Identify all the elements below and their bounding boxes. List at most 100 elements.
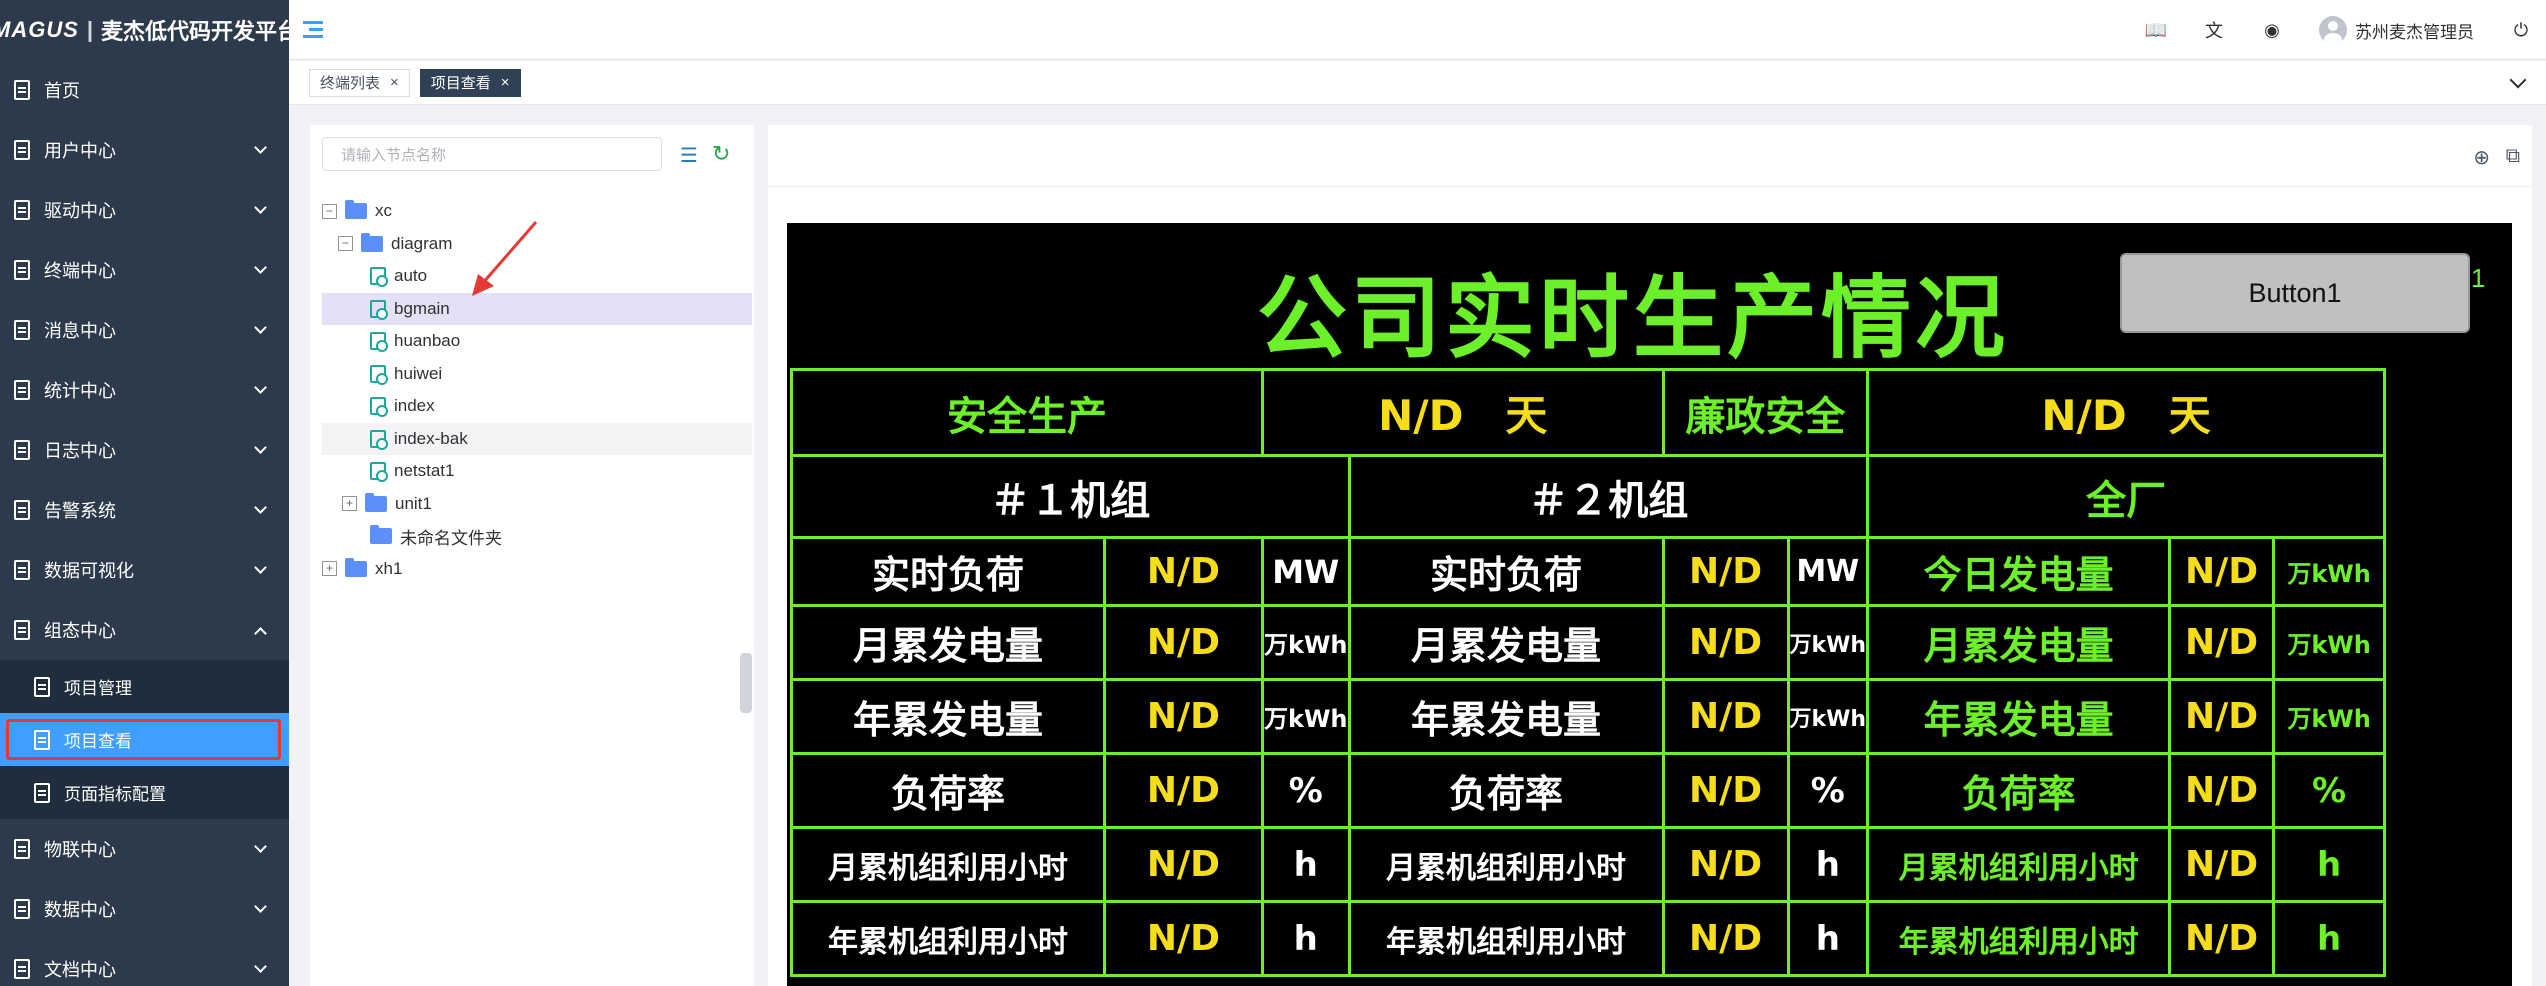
tree-node-label: huiwei: [394, 363, 443, 383]
tree-node-untitled-folder[interactable]: 未命名文件夹: [322, 520, 752, 553]
metric-label: 月累机组利用小时: [1347, 826, 1665, 903]
tree-node-index[interactable]: index: [322, 390, 752, 423]
tree-node-huiwei[interactable]: huiwei: [322, 358, 752, 391]
chevron-down-icon[interactable]: [2509, 71, 2527, 89]
tree-node-huanbao[interactable]: huanbao: [322, 325, 752, 358]
metric-unit: h: [1261, 900, 1351, 977]
sidebar-item-alarm-system[interactable]: 告警系统: [0, 480, 289, 540]
book-icon[interactable]: 📖: [2145, 19, 2167, 41]
sidebar-item-log-center[interactable]: 日志中心: [0, 420, 289, 480]
sidebar-item-config-center[interactable]: 组态中心: [0, 600, 289, 660]
expand-toggle[interactable]: +: [322, 561, 337, 577]
collapse-toggle[interactable]: −: [322, 203, 337, 219]
tree-node-label: index-bak: [394, 428, 468, 448]
metric-value: N/D: [2168, 900, 2276, 977]
fullscreen-icon[interactable]: ⧉: [2506, 145, 2520, 168]
sidebar-item-message-center[interactable]: 消息中心: [0, 300, 289, 360]
metric-value: N/D: [1103, 900, 1264, 977]
node-search-input[interactable]: 请输入节点名称: [322, 137, 662, 171]
metric-unit: h: [2272, 900, 2387, 977]
sidebar-item-iot-center[interactable]: 物联中心: [0, 819, 289, 879]
tag-project-view[interactable]: 项目查看 ×: [419, 68, 521, 97]
close-icon[interactable]: ×: [501, 74, 510, 91]
tree-node-unit1[interactable]: + unit1: [322, 488, 752, 521]
top-bar: 📖 文 ◉ 苏州麦杰管理员 ⏻: [289, 0, 2546, 60]
tree-node-label: bgmain: [394, 298, 450, 318]
integrity-safety-label: 廉政安全: [1661, 368, 1870, 457]
document-icon: [14, 620, 30, 640]
metric-value: N/D: [2168, 826, 2276, 903]
metric-label: 年累机组利用小时: [1866, 900, 2172, 977]
unit2-header: ＃２机组: [1347, 454, 1870, 539]
close-icon[interactable]: ×: [390, 74, 399, 91]
metric-unit: 万kWh: [1261, 604, 1351, 681]
document-icon: [34, 782, 50, 803]
avatar: [2319, 16, 2347, 44]
sidebar-item-home[interactable]: 首页: [0, 60, 289, 120]
document-icon: [14, 560, 30, 580]
tag-terminal-list[interactable]: 终端列表 ×: [309, 68, 410, 97]
data-row: 月累发电量 N/D 万kWh 月累发电量 N/D 万kWh 月累发电量 N/D …: [790, 604, 2387, 681]
tree-node-index-bak[interactable]: index-bak: [322, 422, 752, 455]
tree-node-xh1[interactable]: + xh1: [322, 553, 752, 586]
tree-node-label: huanbao: [394, 331, 461, 351]
sidebar-item-label: 终端中心: [44, 261, 116, 281]
sidebar-submenu: 项目管理 项目查看 页面指标配置: [0, 660, 289, 819]
chevron-down-icon: [254, 261, 267, 274]
expand-toggle[interactable]: +: [342, 496, 357, 512]
chevron-down-icon: [254, 441, 267, 454]
folder-icon: [370, 525, 392, 545]
metric-unit: 万kWh: [2272, 678, 2387, 755]
sidebar-item-data-center[interactable]: 数据中心: [0, 879, 289, 939]
screen-side-text: 1: [2471, 263, 2486, 293]
sidebar-item-project-management[interactable]: 项目管理: [0, 660, 289, 713]
refresh-icon[interactable]: ↻: [712, 141, 730, 167]
panel-splitter-handle[interactable]: [740, 653, 752, 713]
diagram-file-icon: [370, 299, 388, 320]
chevron-down-icon: [254, 201, 267, 214]
sidebar-item-data-visualization[interactable]: 数据可视化: [0, 540, 289, 600]
app-logo[interactable]: MAGUS | 麦杰低代码开发平台: [0, 0, 289, 60]
chevron-down-icon: [254, 561, 267, 574]
sidebar-item-label: 项目管理: [64, 679, 132, 698]
tree-node-netstat1[interactable]: netstat1: [322, 455, 752, 488]
data-row: 负荷率 N/D % 负荷率 N/D % 负荷率 N/D %: [790, 752, 2387, 829]
sidebar-item-doc-center[interactable]: 文档中心: [0, 939, 289, 986]
sidebar: MAGUS | 麦杰低代码开发平台 首页 用户中心 驱动中心 终端中心 消息中心…: [0, 0, 289, 986]
sidebar-item-label: 消息中心: [44, 321, 116, 341]
tree-node-label: xh1: [375, 558, 403, 578]
collapse-toggle[interactable]: −: [338, 236, 353, 252]
palette-icon[interactable]: ◉: [2261, 19, 2283, 41]
document-icon: [14, 839, 30, 859]
logo-separator: |: [86, 17, 94, 42]
user-menu[interactable]: 苏州麦杰管理员: [2319, 16, 2474, 44]
metric-label: 年累发电量: [1347, 678, 1665, 755]
user-name: 苏州麦杰管理员: [2355, 22, 2474, 42]
metric-value: N/D: [2168, 536, 2276, 607]
sidebar-item-project-view[interactable]: 项目查看: [0, 713, 289, 766]
screen-button[interactable]: Button1: [2120, 253, 2470, 333]
sidebar-item-terminal-center[interactable]: 终端中心: [0, 240, 289, 300]
menu-toggle-icon[interactable]: [303, 21, 323, 38]
zoom-in-icon[interactable]: ⊕: [2473, 145, 2490, 170]
tree-structure-icon[interactable]: ☰: [680, 143, 698, 168]
data-row: 年累机组利用小时 N/D h 年累机组利用小时 N/D h 年累机组利用小时 N…: [790, 900, 2387, 977]
sidebar-item-label: 驱动中心: [44, 201, 116, 221]
tag-label: 终端列表: [320, 75, 381, 92]
sidebar-item-label: 告警系统: [44, 501, 116, 521]
sidebar-item-driver-center[interactable]: 驱动中心: [0, 180, 289, 240]
metric-value: N/D: [1661, 604, 1790, 681]
diagram-file-icon: [370, 364, 388, 385]
document-icon: [14, 899, 30, 919]
sidebar-item-label: 物联中心: [44, 840, 116, 860]
document-icon: [14, 380, 30, 400]
sidebar-item-user-center[interactable]: 用户中心: [0, 120, 289, 180]
metric-label: 实时负荷: [790, 536, 1106, 607]
sidebar-item-statistics-center[interactable]: 统计中心: [0, 360, 289, 420]
screen-title: 公司实时生产情况: [1257, 266, 2009, 371]
translate-icon[interactable]: 文: [2203, 19, 2225, 41]
metric-label: 月累发电量: [1866, 604, 2172, 681]
sidebar-item-page-indicator-config[interactable]: 页面指标配置: [0, 766, 289, 819]
power-icon[interactable]: ⏻: [2510, 19, 2532, 41]
chevron-down-icon: [254, 960, 267, 973]
